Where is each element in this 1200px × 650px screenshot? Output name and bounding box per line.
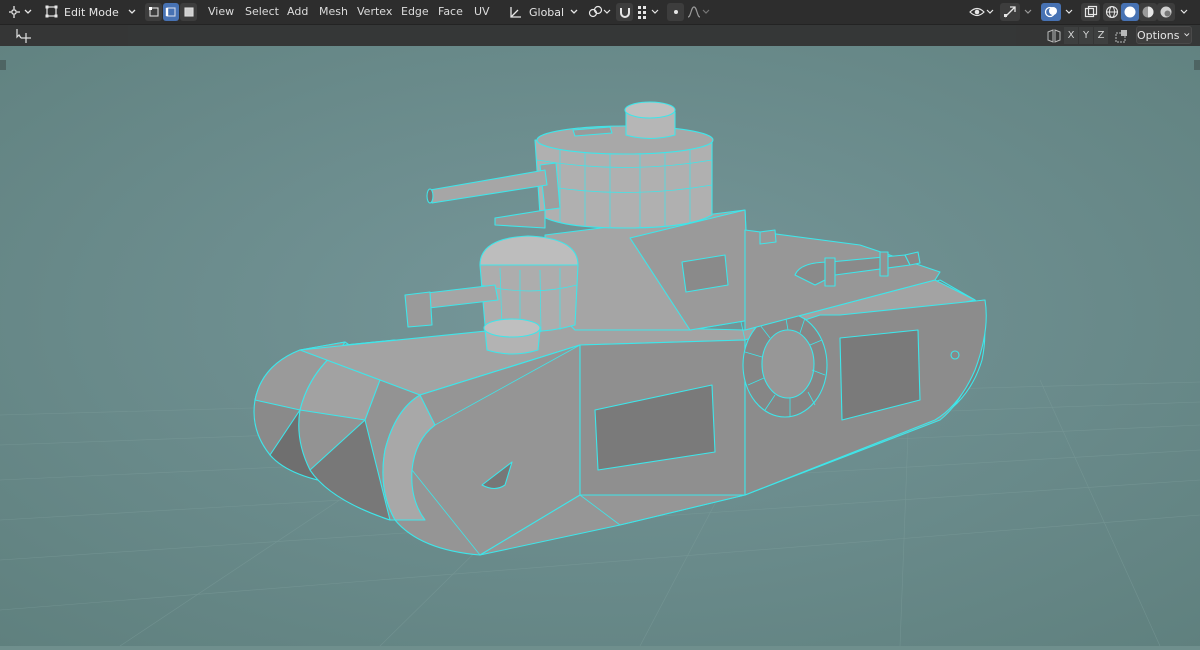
transform-orientation-icon (510, 7, 521, 18)
menu-face[interactable]: Face (437, 4, 464, 20)
snap-toggle[interactable] (616, 3, 633, 21)
transform-orientation-dropdown[interactable]: Global (509, 3, 579, 21)
transform-orientation-label: Global (529, 5, 565, 19)
material-shading-button[interactable] (1139, 3, 1157, 21)
falloff-icon (687, 6, 710, 18)
gizmo-icon (1004, 6, 1016, 18)
material-shading-icon (1142, 6, 1154, 18)
editor-type-icon (9, 6, 32, 18)
vertex-select-button[interactable] (145, 3, 162, 21)
chevron-down-icon (1184, 33, 1190, 37)
snap-icon (619, 8, 630, 18)
face-select-button[interactable] (180, 3, 197, 21)
mode-label: Edit Mode (64, 5, 119, 19)
wireframe-shading-icon (1105, 5, 1119, 19)
menu-mesh[interactable]: Mesh (318, 4, 349, 20)
menu-add[interactable]: Add (286, 4, 309, 20)
gizmo-toggle[interactable] (1000, 3, 1020, 21)
overlay-dropdown[interactable] (1062, 3, 1076, 21)
overlay-icon (1044, 6, 1057, 18)
visibility-icon (969, 7, 994, 17)
mirror-icon (1047, 28, 1061, 43)
auto-merge-icon (1115, 29, 1127, 42)
viewport-canvas[interactable] (0, 46, 1200, 647)
menu-view[interactable]: View (207, 4, 235, 20)
edge-select-button[interactable] (163, 3, 179, 21)
options-dropdown[interactable]: Options (1136, 26, 1192, 44)
auto-merge-toggle[interactable] (1114, 27, 1130, 44)
mirror-x-toggle[interactable]: X (1064, 27, 1078, 44)
proportional-edit-toggle[interactable] (667, 3, 684, 21)
move-tool-button[interactable] (14, 27, 34, 44)
3d-viewport[interactable] (0, 46, 1200, 647)
chevron-down-icon (570, 9, 578, 14)
shading-dropdown[interactable] (1177, 3, 1191, 21)
mode-dropdown[interactable]: Edit Mode (44, 3, 139, 21)
menu-vertex[interactable]: Vertex (356, 4, 393, 20)
chevron-down-icon (1024, 9, 1032, 14)
mirror-z-toggle[interactable]: Z (1094, 27, 1108, 44)
pivot-point-dropdown[interactable] (587, 3, 613, 21)
viewport-header: Edit Mode View Select Add Mesh Vertex Ed… (0, 0, 1200, 25)
menu-uv[interactable]: UV (473, 4, 491, 20)
menu-edge[interactable]: Edge (400, 4, 430, 20)
wireframe-shading-button[interactable] (1103, 3, 1121, 21)
left-region-toggle[interactable] (0, 60, 6, 70)
vertex-select-icon (148, 7, 159, 17)
rendered-shading-icon (1160, 6, 1172, 18)
xray-icon (1084, 5, 1097, 18)
mirror-toggle[interactable] (1046, 27, 1062, 44)
face-select-icon (183, 7, 194, 17)
rendered-shading-button[interactable] (1157, 3, 1175, 21)
tool-settings-bar: X Y Z (0, 25, 1200, 46)
menu-select[interactable]: Select (244, 4, 280, 20)
visibility-dropdown[interactable] (968, 3, 996, 21)
mirror-y-toggle[interactable]: Y (1079, 27, 1093, 44)
solid-shading-button[interactable] (1121, 3, 1139, 21)
chevron-down-icon (1065, 9, 1073, 14)
gizmo-dropdown[interactable] (1021, 3, 1035, 21)
mode-icon (45, 5, 58, 18)
editor-type-button[interactable] (6, 3, 36, 21)
axis-x-label: X (1067, 30, 1075, 41)
move-cursor-icon (16, 28, 31, 43)
options-label: Options (1137, 28, 1180, 42)
edge-select-icon (165, 7, 176, 17)
axis-y-label: Y (1082, 30, 1090, 41)
axis-z-label: Z (1097, 30, 1105, 41)
pivot-icon (588, 5, 611, 18)
snap-target-dropdown[interactable] (636, 3, 662, 21)
chevron-down-icon (128, 9, 136, 14)
proportional-edit-icon (673, 10, 678, 14)
xray-toggle[interactable] (1081, 3, 1100, 21)
chevron-down-icon (1180, 9, 1188, 14)
snap-grid-icon (638, 6, 659, 19)
proportional-falloff-dropdown[interactable] (686, 3, 712, 21)
solid-shading-icon (1124, 6, 1136, 18)
right-region-toggle[interactable] (1194, 60, 1200, 70)
overlay-toggle[interactable] (1041, 3, 1061, 21)
